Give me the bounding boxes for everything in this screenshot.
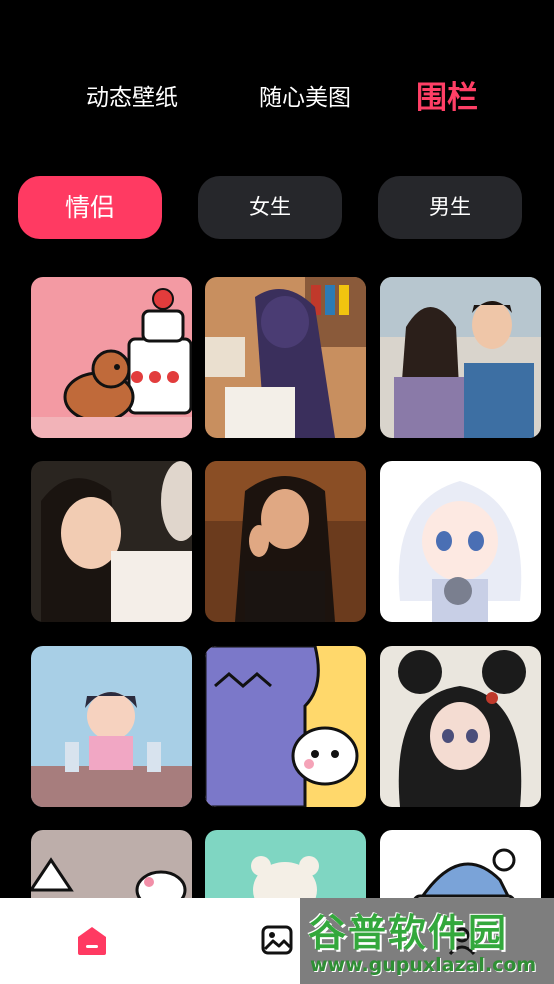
wallpaper-grid — [0, 0, 554, 898]
watermark-url: www.gupuxlazal.com — [310, 954, 537, 976]
wallpaper-thumbnail-purple-monster-rabbit[interactable] — [205, 646, 366, 807]
gallery-icon[interactable] — [259, 922, 295, 958]
wallpaper-thumbnail-smiling-girl[interactable] — [31, 461, 192, 622]
site-watermark: 谷普软件园 www.gupuxlazal.com — [300, 898, 554, 984]
wallpaper-thumbnail-woman-portrait[interactable] — [205, 461, 366, 622]
wallpaper-thumbnail-mouse-ears-girl[interactable] — [380, 646, 541, 807]
wallpaper-thumbnail-cartoon-boy[interactable] — [31, 646, 192, 807]
wallpaper-thumbnail-sleepy-hat[interactable] — [380, 830, 541, 898]
home-icon[interactable] — [74, 922, 110, 958]
wallpaper-thumbnail-anime-white-hair-girl[interactable] — [380, 461, 541, 622]
wallpaper-thumbnail-anime-girl-reading[interactable] — [205, 277, 366, 438]
wallpaper-thumbnail-bear-figure[interactable] — [205, 830, 366, 898]
wallpaper-thumbnail-cartoon-cat[interactable] — [31, 830, 192, 898]
wallpaper-thumbnail-couple-photo[interactable] — [380, 277, 541, 438]
watermark-title: 谷普软件园 — [308, 911, 509, 955]
wallpaper-thumbnail-cake-puppy[interactable] — [31, 277, 192, 438]
